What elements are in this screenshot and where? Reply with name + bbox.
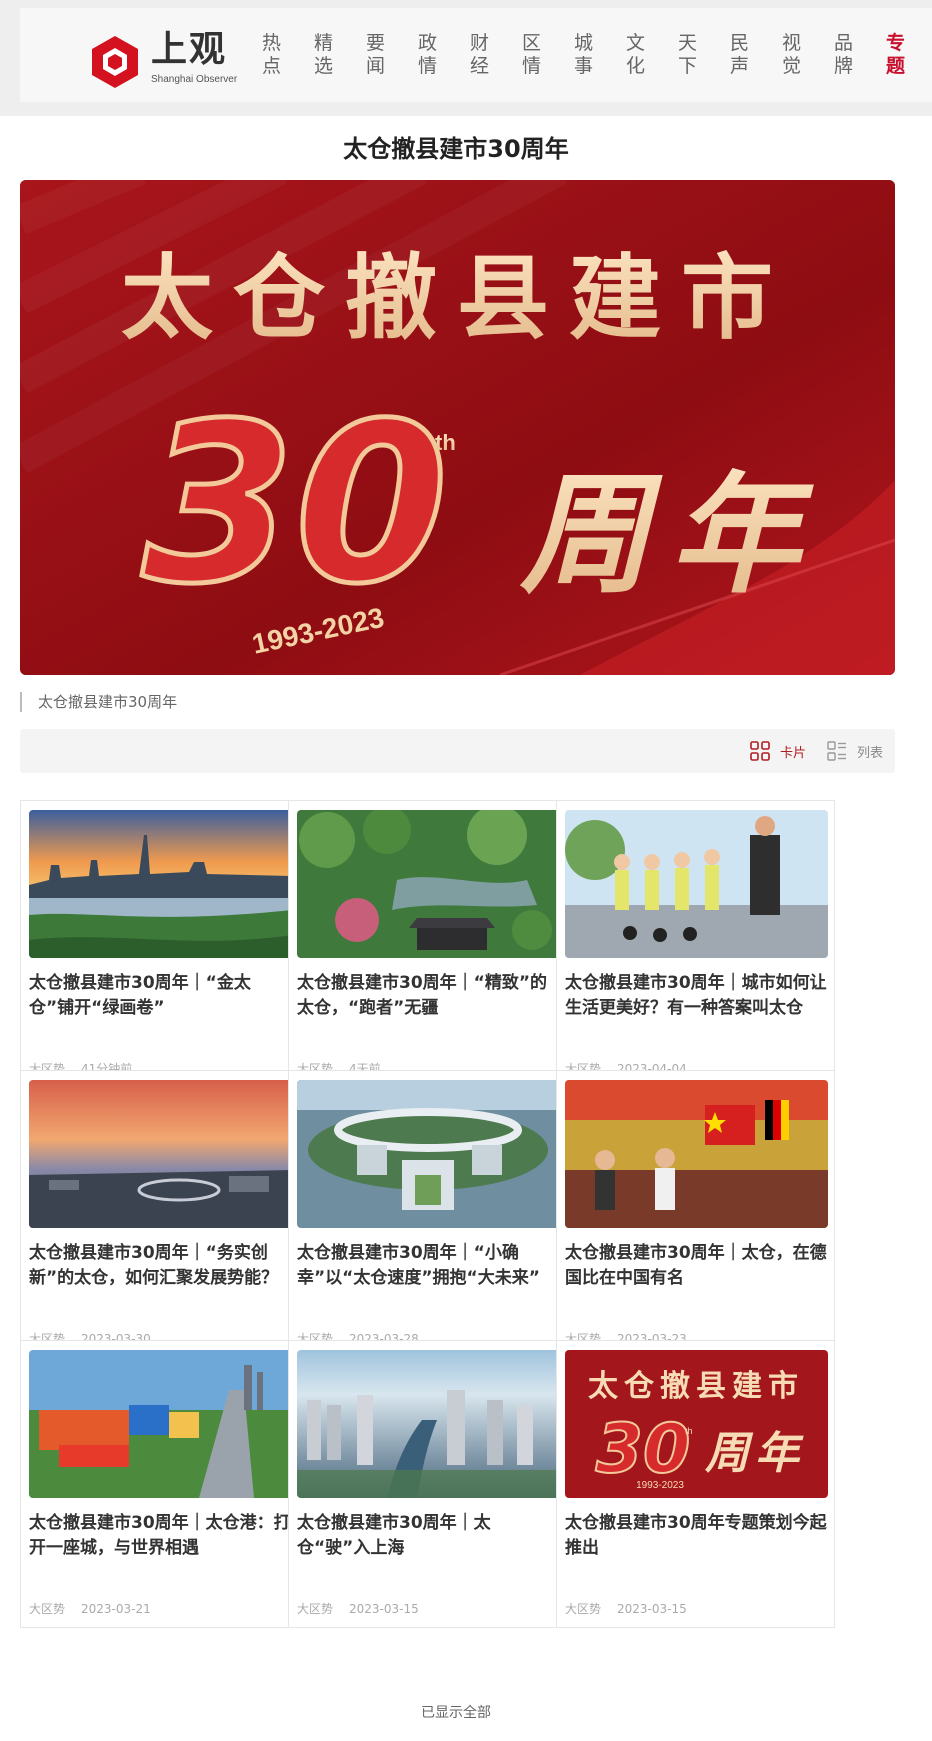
article-title[interactable]: 太仓撤县建市30周年｜“金太仓”铺开“绿画卷” — [29, 971, 292, 1021]
article-source: 大区势 — [565, 1602, 602, 1616]
hero-line1: 太仓撤县建市 — [121, 245, 793, 352]
svg-text:1993-2023: 1993-2023 — [636, 1480, 684, 1491]
hero-banner-graphic: 太仓撤县建市 30 th 1993-2023 周年 — [20, 180, 895, 675]
article-card[interactable]: 太仓撤县建市30周年｜“务实创新”的太仓，如何汇聚发展势能？ 大区势 2023-03… — [20, 1070, 299, 1358]
article-card[interactable]: 太仓撤县建市30周年｜“精致”的太仓，“跑者”无疆 大区势 4天前 — [288, 800, 567, 1088]
article-card[interactable]: 太仓撤县建市 30 th 1993-2023 周年 太仓撤县建市30周年专题策划… — [556, 1340, 835, 1628]
nav-item-9[interactable]: 民 声 — [730, 32, 782, 82]
nav-item-0[interactable]: 热 点 — [262, 32, 314, 82]
nav-item-4[interactable]: 财 经 — [470, 32, 522, 82]
article-title[interactable]: 太仓撤县建市30周年｜城市如何让生活更美好？有一种答案叫太仓 — [565, 971, 828, 1021]
article-meta: 大区势 2023-03-21 — [29, 1601, 167, 1617]
article-title[interactable]: 太仓撤县建市30周年｜“小确幸”以“太仓速度”拥抱“大未来” — [297, 1241, 560, 1291]
nav-item-1[interactable]: 精 选 — [314, 32, 366, 82]
hero-superscript: th — [435, 430, 456, 455]
svg-text:th: th — [685, 1426, 693, 1436]
logo-mark-icon — [92, 36, 138, 88]
nav-item-6[interactable]: 城 事 — [574, 32, 626, 82]
nav-item-11[interactable]: 品 牌 — [834, 32, 886, 82]
article-thumbnail[interactable]: 太仓撤县建市 30 th 1993-2023 周年 — [565, 1350, 828, 1498]
nav-item-12[interactable]: 专 题 — [886, 32, 932, 82]
article-title[interactable]: 太仓撤县建市30周年｜“精致”的太仓，“跑者”无疆 — [297, 971, 560, 1021]
svg-text:太仓撤县建市: 太仓撤县建市 — [588, 1369, 804, 1404]
nav-item-8[interactable]: 天 下 — [678, 32, 730, 82]
article-card[interactable]: 太仓撤县建市30周年｜“小确幸”以“太仓速度”拥抱“大未来” 大区势 2023-03… — [288, 1070, 567, 1358]
hero-line2: 周年 — [519, 459, 820, 611]
site-header: 上观 Shanghai Observer 热 点精 选要 闻政 情财 经区 情城… — [20, 8, 932, 102]
nav-item-5[interactable]: 区 情 — [522, 32, 574, 82]
list-view-label: 列表 — [857, 745, 884, 761]
nav-item-7[interactable]: 文 化 — [626, 32, 678, 82]
article-title[interactable]: 太仓撤县建市30周年｜“务实创新”的太仓，如何汇聚发展势能？ — [29, 1241, 292, 1291]
article-time: 2023-03-21 — [81, 1602, 151, 1616]
article-title[interactable]: 太仓撤县建市30周年｜太仓“驶”入上海 — [297, 1511, 560, 1561]
article-thumbnail[interactable] — [565, 810, 828, 958]
end-of-list-note: 已显示全部 — [421, 1705, 491, 1721]
card-view-label: 卡片 — [780, 745, 807, 761]
article-title[interactable]: 太仓撤县建市30周年｜太仓，在德国比在中国有名 — [565, 1241, 828, 1291]
article-thumbnail[interactable] — [297, 1350, 560, 1498]
article-title[interactable]: 太仓撤县建市30周年｜太仓港：打开一座城，与世界相遇 — [29, 1511, 292, 1561]
grid-view-icon — [750, 741, 770, 761]
page-title: 太仓撤县建市30周年 — [343, 135, 569, 163]
logo-english-text: Shanghai Observer — [151, 74, 238, 85]
article-source: 大区势 — [297, 1602, 334, 1616]
article-source: 大区势 — [29, 1602, 66, 1616]
article-card[interactable]: 太仓撤县建市30周年｜太仓，在德国比在中国有名 大区势 2023-03-23 — [556, 1070, 835, 1358]
hero-caption: 太仓撤县建市30周年 — [20, 692, 177, 712]
article-card[interactable]: 太仓撤县建市30周年｜太仓“驶”入上海大区势 2023-03-15 — [288, 1340, 567, 1628]
nav-item-2[interactable]: 要 闻 — [366, 32, 418, 82]
article-card[interactable]: 太仓撤县建市30周年｜太仓港：打开一座城，与世界相遇大区势 2023-03-21 — [20, 1340, 299, 1628]
article-thumbnail[interactable] — [29, 1350, 292, 1498]
view-mode-bar: 卡片 列表 — [20, 729, 895, 773]
article-meta: 大区势 2023-03-15 — [565, 1601, 703, 1617]
article-thumbnail[interactable] — [29, 1080, 292, 1228]
nav-item-10[interactable]: 视 觉 — [782, 32, 834, 82]
card-view-toggle[interactable]: 卡片 — [750, 741, 806, 761]
svg-text:30: 30 — [596, 1410, 691, 1489]
article-thumbnail[interactable] — [29, 810, 292, 958]
article-card[interactable]: 太仓撤县建市30周年｜城市如何让生活更美好？有一种答案叫太仓 大区势 2023-04… — [556, 800, 835, 1088]
hero-big-number: 30 — [142, 376, 448, 632]
article-title[interactable]: 太仓撤县建市30周年专题策划今起推出 — [565, 1511, 828, 1561]
nav-item-3[interactable]: 政 情 — [418, 32, 470, 82]
list-view-icon — [827, 741, 846, 761]
article-thumbnail[interactable] — [297, 1080, 560, 1228]
hero-banner[interactable]: 太仓撤县建市 30 th 1993-2023 周年 — [20, 180, 895, 675]
article-meta: 大区势 2023-03-15 — [297, 1601, 435, 1617]
list-view-toggle[interactable]: 列表 — [827, 741, 883, 761]
main-navigation: 热 点精 选要 闻政 情财 经区 情城 事文 化天 下民 声视 觉品 牌专 题 — [262, 32, 932, 82]
article-thumbnail[interactable] — [565, 1080, 828, 1228]
article-time: 2023-03-15 — [349, 1602, 419, 1616]
article-thumbnail[interactable] — [297, 810, 560, 958]
article-time: 2023-03-15 — [617, 1602, 687, 1616]
site-logo[interactable]: 上观 Shanghai Observer — [67, 28, 242, 88]
svg-text:周年: 周年 — [704, 1428, 805, 1479]
logo-chinese-text: 上观 — [151, 29, 228, 70]
article-card[interactable]: 太仓撤县建市30周年｜“金太仓”铺开“绿画卷” 大区势 41分钟前 — [20, 800, 299, 1088]
